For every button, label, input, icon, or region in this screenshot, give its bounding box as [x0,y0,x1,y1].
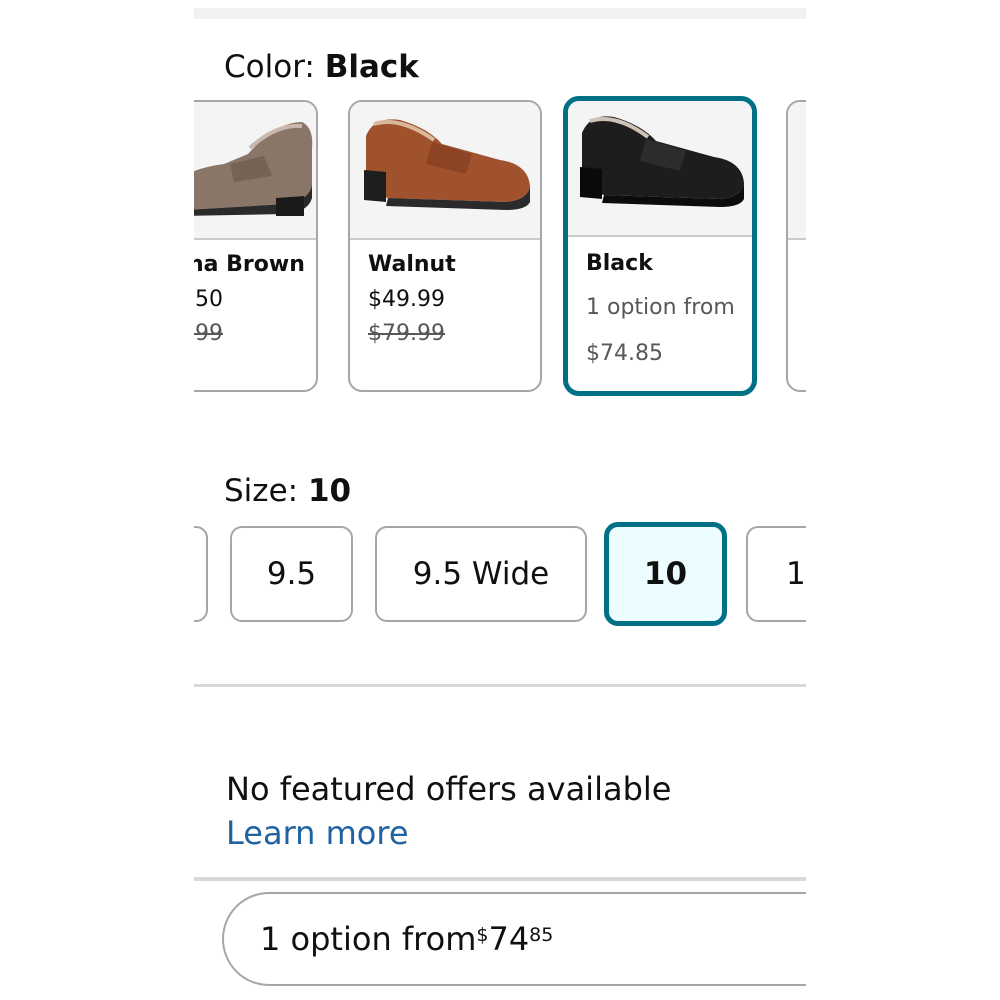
section-divider [194,877,806,881]
swatch-name: Walnut [368,252,456,277]
color-selected-value: Black [324,49,419,85]
swatch-list-price: .99 [194,321,223,346]
product-detail-screen: Color: Black ha Brown .50 .99 [194,0,806,1000]
size-option-9-5-wide[interactable]: 9.5 Wide [375,526,587,622]
size-option-10[interactable]: 10 [604,522,727,626]
swatch-options: 1 option from [586,295,735,320]
color-swatch-mocha-brown[interactable]: ha Brown .50 .99 [194,100,318,392]
shoe-image-next [788,102,806,240]
learn-more-link[interactable]: Learn more [226,811,409,855]
shoe-image-black [568,101,752,237]
no-offers-message: No featured offers available [226,770,672,808]
loafer-icon [364,119,530,210]
shoe-image-walnut [350,102,540,240]
loafer-icon [580,116,744,207]
swatch-price: .50 [194,287,223,312]
swatch-name: Black [586,251,653,276]
color-swatch-black[interactable]: Black 1 option from $74.85 [563,96,757,396]
size-selected-value: 10 [307,473,352,509]
top-divider-bar [194,8,806,19]
size-option-9-5[interactable]: 9.5 [230,526,353,622]
color-heading: Color: Black [224,46,419,88]
color-label: Color: [224,49,325,85]
loafer-icon [194,122,313,216]
swatch-price: $74.85 [586,341,663,366]
price-dollars: 74 [488,920,530,958]
buying-options-button[interactable]: 1 option from $74 85 [222,892,806,986]
size-option-partial-right[interactable]: 1( [746,526,806,622]
price-cents: 85 [529,924,554,946]
shoe-image-mocha-brown [194,102,316,240]
color-swatch-next[interactable] [786,100,806,392]
swatch-list-price: $79.99 [368,321,445,346]
size-label: Size: [224,473,308,509]
size-heading: Size: 10 [224,470,351,512]
buy-option-prefix: 1 option from [260,920,477,958]
size-option-partial-left[interactable] [194,526,208,622]
section-divider [194,684,806,687]
swatch-price: $49.99 [368,287,445,312]
price-currency: $ [476,924,489,946]
color-swatch-walnut[interactable]: Walnut $49.99 $79.99 [348,100,542,392]
swatch-name: ha Brown [194,252,305,277]
